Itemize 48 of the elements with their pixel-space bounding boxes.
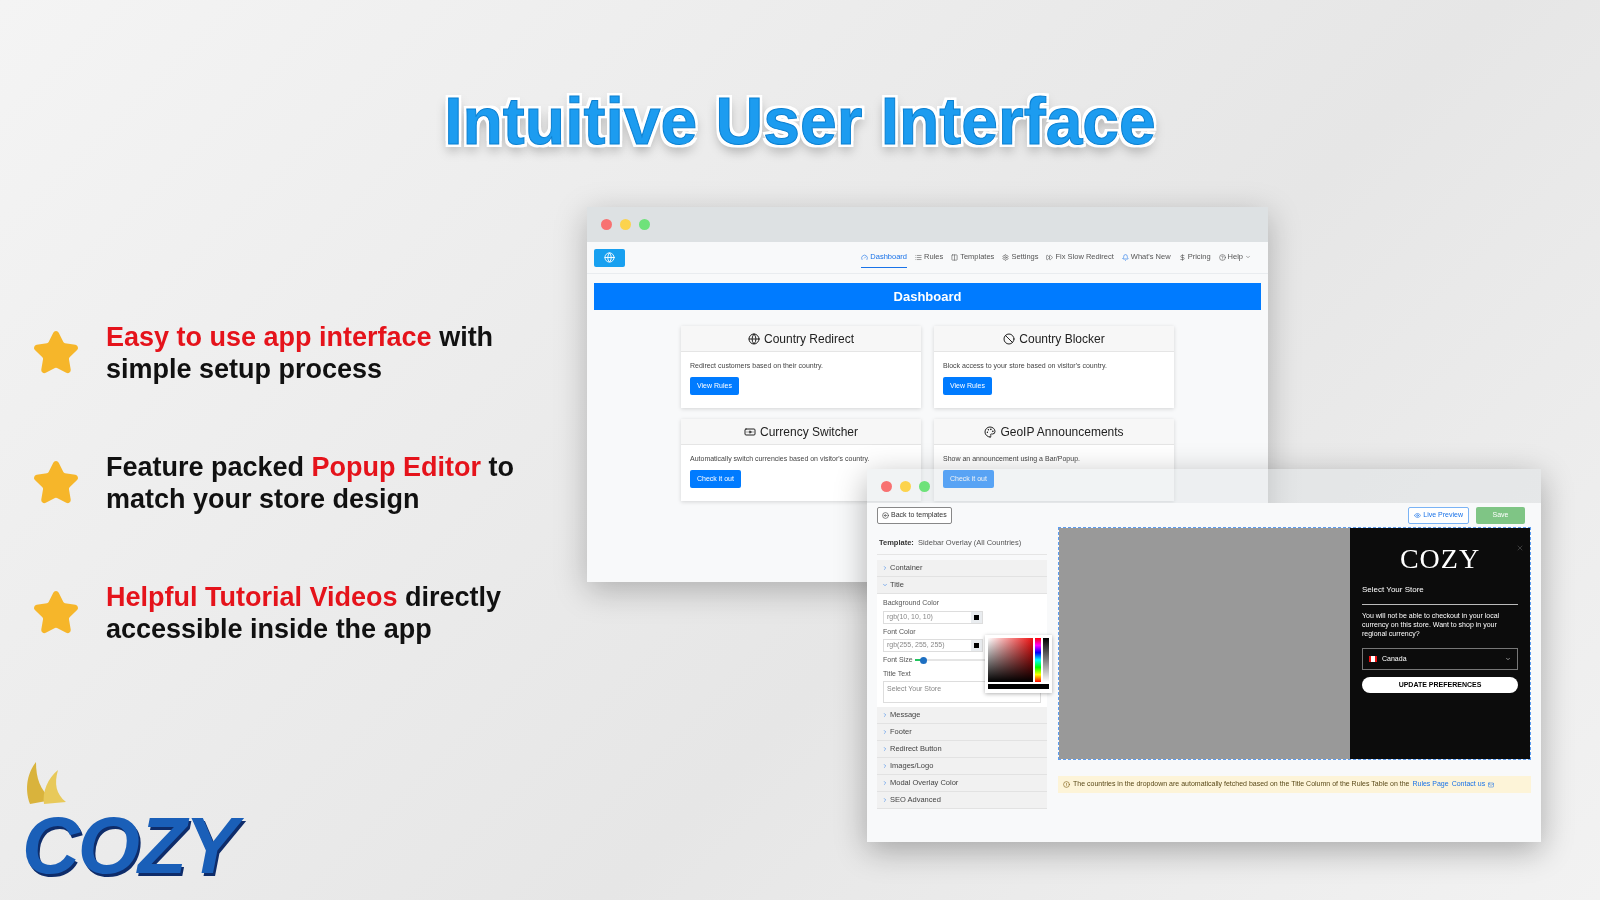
card-title: GeoIP Announcements (1000, 423, 1124, 441)
color-swatch[interactable] (971, 640, 982, 651)
banknote-icon (744, 425, 756, 438)
feature-text: Helpful Tutorial Videos directly accessible inside the app (106, 581, 503, 645)
hue-bar[interactable] (1035, 638, 1041, 682)
chevron-right-icon (882, 780, 888, 786)
card-title: Currency Switcher (760, 423, 858, 441)
chevron-right-icon (882, 763, 888, 769)
alpha-bar[interactable] (1043, 638, 1049, 682)
help-icon (1218, 253, 1226, 261)
columns-icon (951, 253, 959, 261)
dollar-icon (1178, 253, 1186, 261)
globe-icon (747, 332, 760, 345)
card-title: Country Redirect (763, 330, 854, 348)
chevron-right-icon (882, 712, 888, 718)
card-title: Country Blocker (1019, 330, 1105, 348)
brand-logo: COZY (22, 804, 251, 888)
feature-text: Feature packed Popup Editor to match your store design (106, 451, 516, 515)
chevron-right-icon (882, 797, 888, 803)
back-icon (882, 512, 889, 519)
mail-icon (1488, 781, 1495, 788)
popup-heading: Select Your Store (1362, 584, 1518, 605)
caret-icon (1505, 656, 1511, 662)
app-logo[interactable] (594, 248, 625, 267)
dashboard-banner: Dashboard (594, 283, 1261, 310)
flag-icon (1369, 656, 1377, 662)
headline: Intuitive User Interface (444, 83, 1156, 160)
palette-icon (984, 425, 997, 438)
gauge-icon (861, 253, 869, 261)
slider-thumb[interactable] (919, 656, 927, 664)
color-swatch[interactable] (971, 611, 982, 623)
bell-icon (1121, 253, 1129, 261)
chevron-right-icon (882, 746, 888, 752)
chevron-down-icon (882, 582, 888, 588)
alert-icon (1063, 781, 1070, 788)
list-icon (915, 253, 922, 261)
ban-icon (1003, 332, 1016, 345)
saturation-area[interactable] (988, 638, 1033, 682)
chevron-right-icon (882, 565, 888, 571)
close-icon[interactable] (1516, 544, 1524, 552)
color-value-strip (988, 684, 1049, 689)
chevron-right-icon (882, 729, 888, 735)
feature-text: Easy to use app interface with simple setup process (106, 321, 495, 385)
globe-icon (604, 252, 615, 263)
popup-logo: COZY (1399, 544, 1481, 574)
fast-forward-icon (1046, 253, 1054, 261)
eye-icon (1414, 512, 1422, 519)
settings-icon (1002, 253, 1010, 261)
